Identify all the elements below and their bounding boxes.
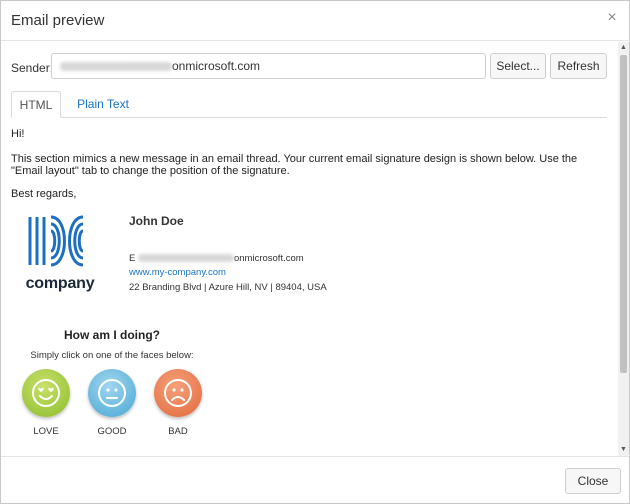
email-preview-dialog: Email preview × Sender: onmicrosoft.com … [0,0,630,504]
close-button[interactable]: Close [565,468,621,494]
love-label: LOVE [33,426,59,437]
signature-name: John Doe [129,214,184,228]
info-paragraph: This section mimics a new message in an … [11,153,578,177]
company-logo: company [17,215,103,297]
signature-website-link[interactable]: www.my-company.com [129,267,226,278]
scroll-thumb[interactable] [620,55,627,373]
signature-email-domain: onmicrosoft.com [233,253,304,264]
vertical-scrollbar[interactable]: ▲ ▼ [618,42,629,456]
scroll-up-arrow-icon[interactable]: ▲ [618,42,629,54]
survey-subtitle: Simply click on one of the faces below: [30,350,194,361]
sender-domain: onmicrosoft.com [172,59,261,73]
bad-face-button[interactable] [154,369,202,417]
greeting-text: Hi! [11,128,25,140]
refresh-button[interactable]: Refresh [550,53,607,79]
heart-eyes-face-icon [32,379,60,407]
scroll-down-arrow-icon[interactable]: ▼ [618,444,629,456]
dialog-title: Email preview [11,12,105,29]
closing-text: Best regards, [11,188,77,200]
logo-text: company [25,275,95,292]
signature-email[interactable]: E onmicrosoft.com [129,253,304,264]
sad-face-icon [164,379,192,407]
select-button[interactable]: Select... [490,53,546,79]
tab-plain-text[interactable]: Plain Text [69,91,137,118]
preview-tabs: HTML Plain Text [11,91,607,118]
dialog-footer: Close [1,456,629,503]
redacted-email-prefix [137,254,234,263]
love-face-button[interactable] [22,369,70,417]
signature-address: 22 Branding Blvd | Azure Hill, NV | 8940… [129,282,327,293]
tab-html[interactable]: HTML [11,91,61,118]
email-prefix-label: E [129,253,136,264]
sender-label: Sender: [11,61,54,75]
close-icon[interactable]: × [603,9,621,27]
survey-title: How am I doing? [64,328,160,342]
good-label: GOOD [97,426,127,437]
good-face-button[interactable] [88,369,136,417]
bad-label: BAD [168,426,188,437]
dialog-content: Sender: onmicrosoft.com Select... Refres… [1,42,618,456]
sender-input[interactable]: onmicrosoft.com [51,53,486,79]
neutral-face-icon [98,379,126,407]
dialog-header: Email preview × [1,1,629,41]
company-logo-icon [28,215,84,267]
redacted-email-prefix [60,62,172,72]
